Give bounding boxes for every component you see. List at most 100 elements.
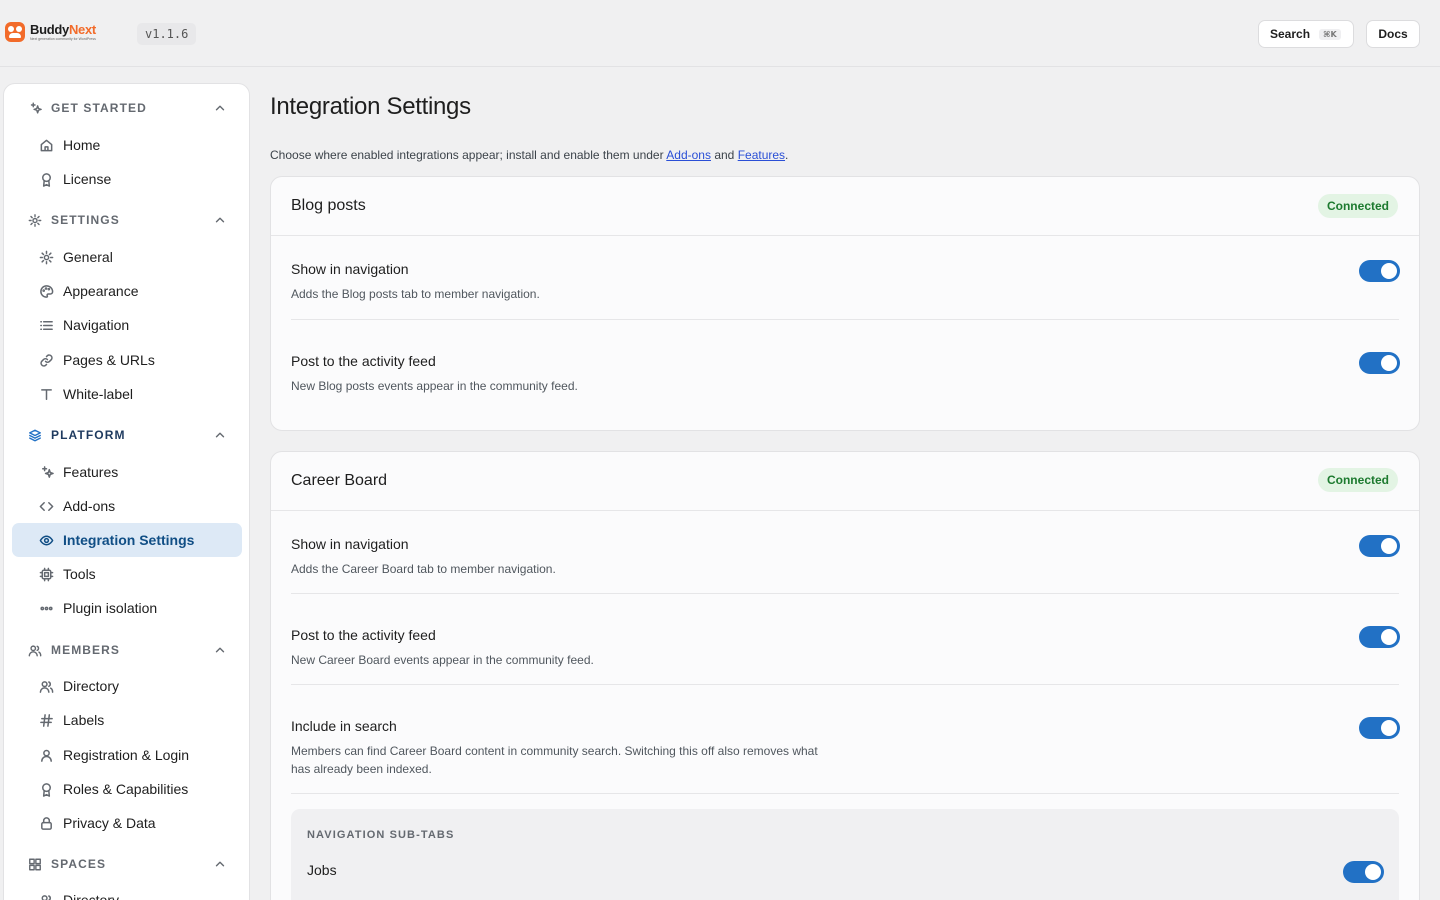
cpu-icon (39, 567, 54, 582)
setting-row-show-in-navigation: Show in navigation Adds the Blog posts t… (291, 261, 1399, 301)
link-icon (39, 353, 54, 368)
palette-icon (39, 284, 54, 299)
divider (291, 593, 1399, 594)
divider (291, 319, 1399, 320)
list-icon (39, 318, 54, 333)
users-icon (39, 679, 54, 694)
award-icon (39, 782, 54, 797)
integration-card-career-board: Career Board Connected Show in navigatio… (270, 451, 1420, 900)
search-shortcut: ⌘K (1319, 28, 1341, 40)
chevron-up-icon[interactable] (213, 101, 227, 115)
brand-logo[interactable]: BuddyNext Next generation community for … (5, 22, 96, 42)
chevron-up-icon[interactable] (213, 643, 227, 657)
layers-icon (28, 428, 42, 442)
search-label: Search (1270, 27, 1311, 41)
toggle-show-in-navigation[interactable] (1359, 260, 1400, 282)
toggle-show-in-navigation[interactable] (1359, 535, 1400, 557)
brand-name: BuddyNext (30, 21, 96, 37)
setting-title: Show in navigation (291, 536, 409, 552)
sidebar-item-appearance[interactable]: Appearance (12, 274, 242, 308)
subtabs-label: NAVIGATION SUB-TABS (307, 829, 455, 841)
sidebar-item-labels[interactable]: Labels (12, 703, 242, 737)
award-icon (39, 172, 54, 187)
page-title: Integration Settings (270, 93, 471, 120)
setting-title: Include in search (291, 718, 397, 734)
card-header: Blog posts Connected (271, 177, 1419, 236)
setting-description: Members can find Career Board content in… (291, 744, 818, 776)
section-get-started[interactable]: GET STARTED (28, 98, 228, 118)
sidebar-item-general[interactable]: General (12, 240, 242, 274)
toggle-post-to-activity-feed[interactable] (1359, 352, 1400, 374)
type-icon (39, 387, 54, 402)
toggle-post-to-activity-feed[interactable] (1359, 626, 1400, 648)
page-intro: Choose where enabled integrations appear… (270, 148, 789, 162)
toggle-subtab-jobs[interactable] (1343, 861, 1384, 883)
chevron-up-icon[interactable] (213, 428, 227, 442)
sparkle-icon (39, 465, 54, 480)
chevron-up-icon[interactable] (213, 857, 227, 871)
subtab-jobs-label: Jobs (307, 862, 337, 878)
sidebar-item-roles-capabilities[interactable]: Roles & Capabilities (12, 772, 242, 806)
status-badge: Connected (1317, 194, 1398, 218)
sidebar-item-privacy-data[interactable]: Privacy & Data (12, 806, 242, 840)
sidebar-item-registration-login[interactable]: Registration & Login (12, 738, 242, 772)
lock-icon (39, 816, 54, 831)
sidebar-item-add-ons[interactable]: Add-ons (12, 489, 242, 523)
sidebar-item-tools[interactable]: Tools (12, 557, 242, 591)
navigation-subtabs-panel: NAVIGATION SUB-TABS Jobs (291, 809, 1399, 900)
sidebar-item-white-label[interactable]: White-label (12, 377, 242, 411)
setting-row-post-to-activity-feed: Post to the activity feed New Blog posts… (291, 353, 1399, 393)
setting-description: New Career Board events appear in the co… (291, 653, 594, 667)
docs-button[interactable]: Docs (1366, 20, 1420, 48)
users-icon (28, 643, 42, 657)
code-icon (39, 499, 54, 514)
sidebar-item-home[interactable]: Home (12, 128, 242, 162)
chevron-up-icon[interactable] (213, 213, 227, 227)
sidebar-item-directory[interactable]: Directory (12, 669, 242, 703)
divider (291, 684, 1399, 685)
section-spaces[interactable]: SPACES (28, 854, 228, 874)
brand-tagline: Next generation community for WordPress (30, 36, 96, 41)
home-icon (39, 138, 54, 153)
sidebar-item-features[interactable]: Features (12, 455, 242, 489)
setting-title: Post to the activity feed (291, 353, 436, 369)
top-bar: BuddyNext Next generation community for … (0, 0, 1440, 67)
hash-icon (39, 713, 54, 728)
sidebar-item-plugin-isolation[interactable]: Plugin isolation (12, 591, 242, 625)
sidebar-item-spaces-directory[interactable]: Directory (12, 883, 242, 900)
setting-row-post-to-activity-feed: Post to the activity feed New Career Boa… (291, 627, 1399, 667)
sidebar-item-license[interactable]: License (12, 162, 242, 196)
dots-icon (39, 601, 54, 616)
users-icon (39, 893, 54, 900)
sidebar: GET STARTED Home License SETTINGS Genera… (3, 83, 250, 900)
setting-row-show-in-navigation: Show in navigation Adds the Career Board… (291, 536, 1399, 576)
search-button[interactable]: Search ⌘K (1258, 20, 1354, 48)
setting-description: Adds the Blog posts tab to member naviga… (291, 287, 540, 301)
version-badge: v1.1.6 (137, 23, 197, 45)
add-ons-link[interactable]: Add-ons (666, 148, 711, 162)
divider (291, 793, 1399, 794)
setting-description: Adds the Career Board tab to member navi… (291, 562, 556, 576)
setting-description: New Blog posts events appear in the comm… (291, 379, 578, 393)
grid-icon (28, 857, 42, 871)
features-link[interactable]: Features (738, 148, 785, 162)
section-settings[interactable]: SETTINGS (28, 210, 228, 230)
brand-logo-icon (5, 22, 25, 42)
setting-row-include-in-search: Include in search Members can find Caree… (291, 718, 1399, 778)
toggle-include-in-search[interactable] (1359, 717, 1400, 739)
sparkle-icon (28, 101, 42, 115)
sidebar-item-integration-settings[interactable]: Integration Settings (12, 523, 242, 557)
gear-icon (28, 213, 42, 227)
gear-icon (39, 250, 54, 265)
card-header: Career Board Connected (271, 452, 1419, 511)
card-title: Career Board (291, 472, 388, 489)
eye-icon (39, 533, 54, 548)
section-platform[interactable]: PLATFORM (28, 425, 228, 445)
integration-card-blog-posts: Blog posts Connected Show in navigation … (270, 176, 1420, 431)
sidebar-item-navigation[interactable]: Navigation (12, 308, 242, 342)
user-icon (39, 748, 54, 763)
sidebar-item-pages-urls[interactable]: Pages & URLs (12, 343, 242, 377)
status-badge: Connected (1317, 468, 1398, 492)
section-members[interactable]: MEMBERS (28, 640, 228, 660)
setting-title: Post to the activity feed (291, 627, 436, 643)
